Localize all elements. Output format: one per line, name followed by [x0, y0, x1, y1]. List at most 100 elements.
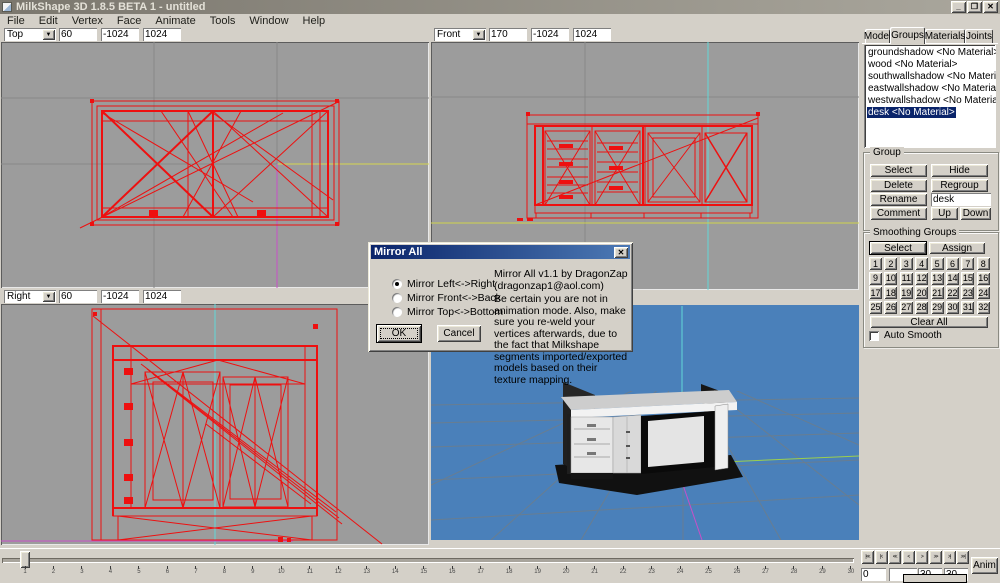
smoothing-group-9[interactable]: 9 [869, 272, 882, 285]
frame-tick[interactable]: 17 [475, 566, 487, 575]
frame-tick[interactable]: 12 [332, 566, 344, 575]
keyframer-field-1[interactable] [861, 568, 886, 581]
rename-input[interactable] [931, 193, 991, 206]
radio-icon[interactable] [392, 293, 402, 303]
menu-help[interactable]: Help [296, 15, 333, 27]
frame-tick[interactable]: 14 [389, 566, 401, 575]
rename-button[interactable]: Rename [870, 193, 927, 206]
menu-edit[interactable]: Edit [32, 15, 65, 27]
top-viewport-max-field[interactable] [143, 28, 181, 41]
down-button[interactable]: Down [960, 207, 991, 220]
smoothing-group-5[interactable]: 5 [931, 257, 944, 270]
smoothing-assign-button[interactable]: Assign [929, 242, 985, 254]
minimize-button[interactable]: _ [951, 1, 966, 13]
groups-list[interactable]: groundshadow <No Material>wood <No Mater… [864, 44, 996, 148]
frame-tick[interactable]: 16 [446, 566, 458, 575]
prev-key-button[interactable]: |< [875, 550, 888, 564]
right-viewport-max-field[interactable] [143, 290, 181, 303]
smoothing-group-2[interactable]: 2 [884, 257, 897, 270]
tab-materials[interactable]: Materials [925, 29, 965, 43]
smoothing-group-27[interactable]: 27 [900, 301, 913, 314]
auto-smooth-checkbox[interactable] [869, 331, 879, 341]
first-frame-button[interactable]: |<< [861, 550, 874, 564]
smoothing-group-31[interactable]: 31 [961, 301, 974, 314]
front-viewport-zoom-field[interactable] [489, 28, 527, 41]
top-viewport-zoom-field[interactable] [59, 28, 97, 41]
smoothing-group-10[interactable]: 10 [884, 272, 897, 285]
group-list-item[interactable]: westwallshadow <No Material> [867, 95, 995, 107]
menu-vertex[interactable]: Vertex [65, 15, 110, 27]
top-viewport[interactable] [1, 42, 429, 288]
frame-tick[interactable]: 3 [76, 566, 88, 575]
tab-groups[interactable]: Groups [890, 27, 925, 44]
frame-tick[interactable]: 23 [646, 566, 658, 575]
timeline-track[interactable] [2, 558, 854, 563]
top-viewport-min-field[interactable] [101, 28, 139, 41]
frame-tick[interactable]: 15 [418, 566, 430, 575]
rewind-button[interactable]: << [888, 550, 901, 564]
menu-face[interactable]: Face [110, 15, 148, 27]
frame-tick[interactable]: 8 [218, 566, 230, 575]
group-list-item[interactable]: wood <No Material> [867, 59, 995, 71]
smoothing-group-23[interactable]: 23 [961, 286, 974, 299]
smoothing-group-24[interactable]: 24 [977, 286, 990, 299]
menu-window[interactable]: Window [242, 15, 295, 27]
smoothing-group-26[interactable]: 26 [884, 301, 897, 314]
smoothing-group-3[interactable]: 3 [900, 257, 913, 270]
menu-animate[interactable]: Animate [148, 15, 202, 27]
frame-tick[interactable]: 24 [674, 566, 686, 575]
tab-joints[interactable]: Joints [965, 29, 993, 43]
smoothing-group-28[interactable]: 28 [915, 301, 928, 314]
prev-frame-button[interactable]: < [902, 550, 915, 564]
radio-icon[interactable] [392, 307, 402, 317]
close-button[interactable]: ✕ [983, 1, 998, 13]
delete-button[interactable]: Delete [870, 179, 927, 192]
smoothing-group-16[interactable]: 16 [977, 272, 990, 285]
smoothing-group-13[interactable]: 13 [931, 272, 944, 285]
dialog-title-bar[interactable]: Mirror All ✕ [371, 245, 630, 259]
menu-tools[interactable]: Tools [203, 15, 243, 27]
smoothing-group-25[interactable]: 25 [869, 301, 882, 314]
next-frame-button[interactable]: > [915, 550, 928, 564]
smoothing-group-1[interactable]: 1 [869, 257, 882, 270]
next-key-button[interactable]: >| [943, 550, 956, 564]
smoothing-group-22[interactable]: 22 [946, 286, 959, 299]
top-viewport-mode-select[interactable]: Top ▼ [4, 28, 56, 41]
anim-button[interactable]: Anim [971, 557, 998, 574]
smoothing-group-17[interactable]: 17 [869, 286, 882, 299]
right-viewport-min-field[interactable] [101, 290, 139, 303]
smoothing-group-32[interactable]: 32 [977, 301, 990, 314]
radio-mirror-left-right[interactable]: Mirror Left<->Right [392, 278, 495, 290]
frame-tick[interactable]: 26 [731, 566, 743, 575]
smoothing-select-button[interactable]: Select [870, 242, 926, 254]
menu-file[interactable]: File [0, 15, 32, 27]
frame-tick[interactable]: 28 [788, 566, 800, 575]
frame-tick[interactable]: 2 [47, 566, 59, 575]
front-viewport-max-field[interactable] [573, 28, 611, 41]
frame-tick[interactable]: 10 [275, 566, 287, 575]
radio-mirror-front-back[interactable]: Mirror Front<->Back [392, 292, 501, 304]
group-list-item[interactable]: southwallshadow <No Material> [867, 71, 995, 83]
hide-button[interactable]: Hide [931, 164, 988, 177]
right-viewport[interactable] [1, 304, 429, 545]
frame-tick[interactable]: 5 [133, 566, 145, 575]
right-viewport-mode-select[interactable]: Right ▼ [4, 290, 56, 303]
regroup-button[interactable]: Regroup [931, 179, 988, 192]
front-viewport-mode-select[interactable]: Front ▼ [434, 28, 486, 41]
smoothing-group-18[interactable]: 18 [884, 286, 897, 299]
group-list-item[interactable]: eastwallshadow <No Material> [867, 83, 995, 95]
smoothing-group-29[interactable]: 29 [931, 301, 944, 314]
frame-tick[interactable]: 13 [361, 566, 373, 575]
frame-tick[interactable]: 30 [845, 566, 857, 575]
frame-tick[interactable]: 7 [190, 566, 202, 575]
frame-tick[interactable]: 27 [759, 566, 771, 575]
up-button[interactable]: Up [931, 207, 958, 220]
frame-tick[interactable]: 25 [703, 566, 715, 575]
frame-tick[interactable]: 22 [617, 566, 629, 575]
chevron-down-icon[interactable]: ▼ [472, 29, 485, 40]
smoothing-group-7[interactable]: 7 [961, 257, 974, 270]
frame-tick[interactable]: 4 [104, 566, 116, 575]
restore-button[interactable]: ❐ [967, 1, 982, 13]
smoothing-group-8[interactable]: 8 [977, 257, 990, 270]
dialog-close-icon[interactable]: ✕ [614, 247, 628, 258]
